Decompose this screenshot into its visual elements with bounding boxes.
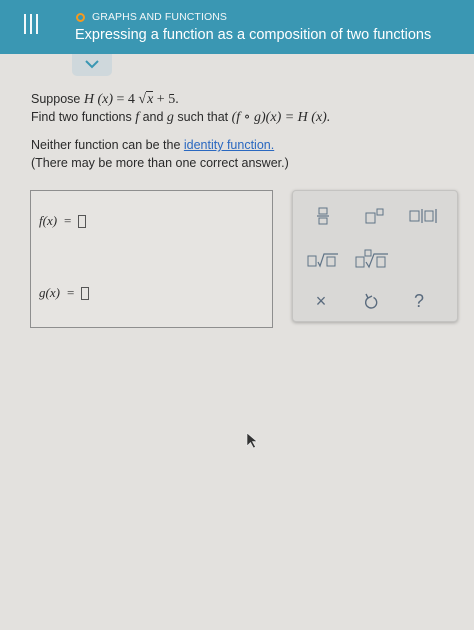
equals-sign: =	[64, 213, 72, 228]
find-text: Find two functions	[31, 110, 136, 124]
fraction-button[interactable]	[311, 205, 335, 227]
radical-sign: √	[138, 92, 147, 107]
square-root-button[interactable]	[305, 249, 341, 271]
exponent-icon	[365, 208, 384, 224]
plus-five: + 5.	[153, 92, 179, 107]
absolute-value-button[interactable]	[405, 205, 445, 227]
problem-line-3: Neither function can be the identity fun…	[31, 136, 451, 154]
help-icon: ?	[413, 290, 424, 311]
composition-expression: (f ∘ g)(x) = H (x).	[231, 110, 331, 125]
problem-line-2: Find two functions f and g such that (f …	[31, 108, 451, 126]
problem-line-4: (There may be more than one correct answ…	[31, 156, 289, 170]
g-label: g(x)	[39, 285, 60, 300]
fraction-icon	[317, 207, 329, 225]
help-button[interactable]: ?	[407, 289, 431, 313]
exponent-button[interactable]	[361, 205, 389, 227]
undo-button[interactable]	[359, 289, 383, 313]
nth-root-icon	[355, 249, 388, 269]
equals-four: = 4	[112, 92, 139, 107]
topic-row: GRAPHS AND FUNCTIONS	[76, 10, 227, 24]
h-of-x: H (x)	[83, 92, 113, 107]
mouse-pointer-icon	[246, 432, 258, 449]
f-label: f(x)	[39, 213, 58, 228]
g-answer-row: g(x) =	[39, 285, 90, 301]
problem-statement: Suppose H (x) = 4 √x + 5. Find two funct…	[31, 90, 451, 172]
square-root-icon	[307, 253, 338, 268]
g-symbol: g	[166, 110, 174, 125]
f-answer-row: f(x) =	[39, 213, 87, 229]
status-dot-icon	[76, 12, 85, 22]
identity-function-link[interactable]: identity function.	[184, 138, 274, 152]
math-palette: × ?	[292, 190, 458, 322]
neither-text: Neither function can be the	[31, 138, 184, 152]
menu-icon[interactable]	[24, 14, 38, 34]
answer-box: f(x) = g(x) =	[30, 190, 273, 328]
g-answer-input[interactable]	[81, 286, 90, 300]
undo-icon	[365, 293, 378, 309]
such-that-text: such that	[173, 110, 232, 124]
and-text: and	[139, 110, 167, 124]
nth-root-button[interactable]	[353, 247, 391, 271]
chevron-down-icon	[85, 60, 99, 69]
absolute-value-icon	[409, 209, 437, 223]
clear-icon: ×	[315, 290, 327, 311]
f-answer-input[interactable]	[78, 214, 87, 228]
problem-line-1: Suppose H (x) = 4 √x + 5.	[31, 90, 451, 108]
clear-button[interactable]: ×	[309, 289, 333, 313]
header-bar: GRAPHS AND FUNCTIONS Expressing a functi…	[0, 0, 474, 54]
topic-label: GRAPHS AND FUNCTIONS	[92, 11, 228, 23]
page-title: Expressing a function as a composition o…	[75, 27, 432, 43]
collapse-toggle-button[interactable]	[72, 54, 112, 76]
suppose-text: Suppose	[31, 92, 84, 106]
equals-sign: =	[66, 285, 75, 300]
